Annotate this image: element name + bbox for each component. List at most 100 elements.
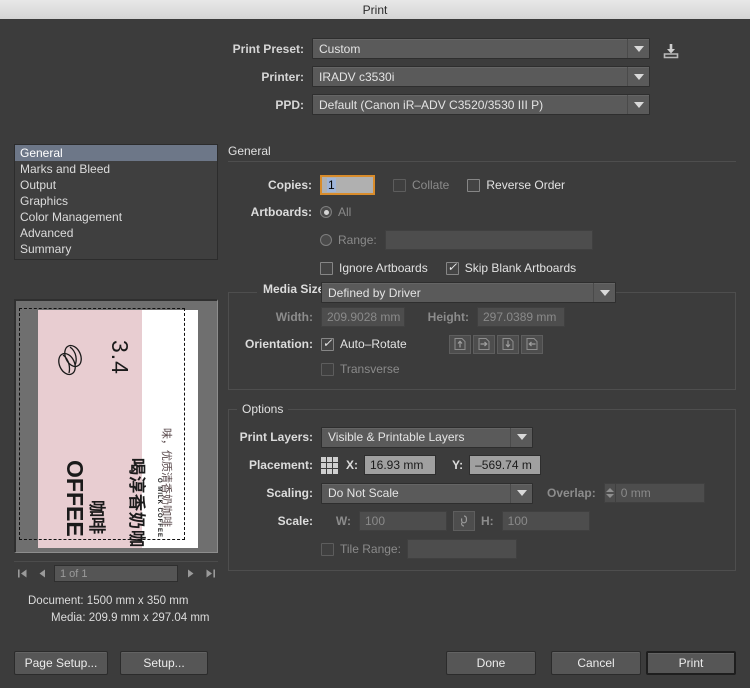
height-label: Height: [427, 310, 469, 324]
last-page-icon[interactable] [202, 566, 218, 582]
orientation-landscape-left-button[interactable] [472, 334, 495, 354]
range-label: Range: [338, 233, 377, 247]
page-number-input[interactable]: 1 of 1 [54, 565, 178, 582]
orientation-button-group [448, 334, 545, 354]
orientation-row: Orientation: ✓ Auto–Rotate [229, 333, 735, 355]
artwork-number-text: 3.4 [107, 340, 133, 375]
scaling-select[interactable]: Do Not Scale [321, 482, 533, 504]
options-group: Options Print Layers: Visible & Printabl… [228, 402, 736, 571]
printer-value: IRADV c3530i [319, 69, 395, 84]
orientation-portrait-down-button[interactable] [496, 334, 519, 354]
tile-range-row: Tile Range: [229, 538, 735, 560]
print-dialog: Print Preset: Custom Printer: IRADV c353… [0, 21, 750, 688]
save-download-icon [663, 43, 679, 58]
sidebar-item-output[interactable]: Output [15, 177, 217, 193]
scale-w-input[interactable]: 100 [359, 511, 447, 531]
placement-x-value: 16.93 mm [370, 458, 424, 472]
sidebar-item-label: Graphics [20, 194, 69, 208]
skip-blank-artboards-checkbox[interactable]: ✓ Skip Blank Artboards [445, 260, 576, 275]
placement-y-input[interactable]: –569.74 m [469, 455, 542, 475]
scale-h-input[interactable]: 100 [501, 511, 590, 531]
first-page-icon[interactable] [14, 566, 30, 582]
coffee-bean-icon [58, 344, 82, 376]
range-input[interactable] [384, 230, 593, 250]
chevron-down-icon [510, 483, 532, 503]
print-preset-select[interactable]: Custom [312, 38, 650, 59]
width-value: 209.9028 mm [327, 310, 401, 324]
media-size-value: Defined by Driver [328, 285, 421, 300]
artwork-faint-chinese-line: 味，优质清香奶咖啡 [160, 428, 172, 527]
radio-circle [320, 206, 332, 218]
window-title-bar: Print [0, 0, 750, 20]
printer-select[interactable]: IRADV c3530i [312, 66, 650, 87]
scale-h-value: 100 [507, 514, 528, 528]
placement-y-label: Y: [452, 458, 464, 472]
height-value: 297.0389 mm [483, 310, 557, 324]
previous-page-icon[interactable] [34, 566, 50, 582]
print-button[interactable]: Print [646, 651, 736, 675]
general-group: General Copies: 1 Collate Reverse Order [228, 144, 736, 278]
options-group-label: Options [242, 402, 284, 416]
ppd-value: Default (Canon iR–ADV C3520/3530 III P) [319, 97, 544, 112]
radio-circle [320, 234, 332, 246]
chevron-down-icon [627, 67, 649, 86]
setup-button[interactable]: Setup... [120, 651, 208, 675]
preview-artwork: 3.4 喝淳香奶咖啡 OFFEE 咖啡 O MILK COFFEE 味，优质清香… [38, 310, 198, 548]
copies-label: Copies: [267, 178, 312, 192]
tile-range-input[interactable] [406, 539, 517, 559]
ignore-artboards-label: Ignore Artboards [339, 261, 428, 275]
chevron-down-icon [627, 39, 649, 58]
preview-size-info: Document: 1500 mm x 350 mm Media: 209.9 … [14, 593, 218, 627]
tile-range-checkbox[interactable]: Tile Range: [321, 542, 401, 556]
artboards-range-radio[interactable]: Range: [320, 233, 377, 247]
page-setup-button[interactable]: Page Setup... [14, 651, 108, 675]
sidebar-item-label: Color Management [20, 210, 123, 224]
scale-w-label: W: [335, 514, 351, 528]
chevron-down-icon [593, 283, 615, 302]
done-button[interactable]: Done [446, 651, 536, 675]
sidebar-item-marks-and-bleed[interactable]: Marks and Bleed [15, 161, 217, 177]
ppd-row: PPD: Default (Canon iR–ADV C3520/3530 II… [0, 94, 750, 115]
reverse-order-label: Reverse Order [486, 178, 566, 192]
sidebar-item-summary[interactable]: Summary [15, 241, 217, 257]
collate-checkbox[interactable]: Collate [393, 178, 449, 192]
link-chain-icon[interactable] [453, 511, 475, 531]
media-size-select[interactable]: Defined by Driver [321, 282, 616, 303]
settings-category-list[interactable]: General Marks and Bleed Output Graphics … [14, 144, 218, 260]
orientation-portrait-up-button[interactable] [448, 334, 471, 354]
ppd-select[interactable]: Default (Canon iR–ADV C3520/3530 III P) [312, 94, 650, 115]
next-page-icon[interactable] [182, 566, 198, 582]
placement-x-input[interactable]: 16.93 mm [364, 455, 436, 475]
sidebar-item-color-management[interactable]: Color Management [15, 209, 217, 225]
reverse-order-checkbox[interactable]: Reverse Order [467, 178, 565, 192]
overlap-stepper[interactable] [603, 483, 615, 503]
save-preset-icon[interactable] [660, 38, 682, 60]
window-title: Print [362, 2, 388, 17]
copies-input[interactable]: 1 [320, 175, 375, 195]
cancel-button[interactable]: Cancel [551, 651, 641, 675]
placement-x-label: X: [346, 458, 358, 472]
artboards-all-radio[interactable]: All [320, 205, 351, 219]
scaling-label: Scaling: [266, 486, 313, 500]
print-preset-label: Print Preset: [232, 41, 304, 56]
placement-label: Placement: [248, 458, 313, 472]
overlap-input[interactable]: 0 mm [614, 483, 705, 503]
height-input[interactable]: 297.0389 mm [477, 307, 565, 327]
print-layers-select[interactable]: Visible & Printable Layers [321, 426, 533, 448]
auto-rotate-checkbox[interactable]: ✓ Auto–Rotate [321, 337, 407, 351]
transverse-checkbox[interactable]: Transverse [321, 362, 400, 376]
width-label: Width: [275, 310, 313, 324]
copies-row: Copies: 1 Collate Reverse Order [228, 174, 736, 196]
transverse-label: Transverse [340, 362, 400, 376]
print-preview[interactable]: 3.4 喝淳香奶咖啡 OFFEE 咖啡 O MILK COFFEE 味，优质清香… [14, 299, 218, 553]
orientation-landscape-right-button[interactable] [520, 334, 543, 354]
ignore-artboards-checkbox[interactable]: Ignore Artboards [320, 261, 428, 275]
sidebar-item-advanced[interactable]: Advanced [15, 225, 217, 241]
overlap-label: Overlap: [547, 486, 596, 500]
checkbox-box: ✓ [445, 260, 459, 275]
width-input[interactable]: 209.9028 mm [321, 307, 405, 327]
checkbox-box [320, 261, 333, 275]
sidebar-item-general[interactable]: General [15, 145, 217, 161]
placement-anchor-grid-icon[interactable] [321, 456, 338, 474]
sidebar-item-graphics[interactable]: Graphics [15, 193, 217, 209]
